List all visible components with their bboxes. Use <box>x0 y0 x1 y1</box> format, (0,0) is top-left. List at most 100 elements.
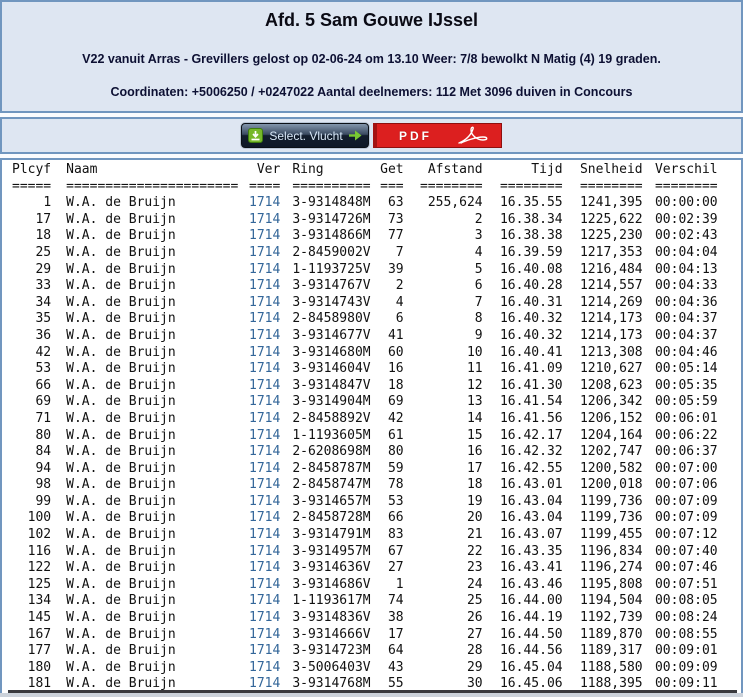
cell-ver[interactable]: 1714 <box>238 311 280 328</box>
cell-tijd: 16.38.34 <box>483 212 563 229</box>
cell-ver[interactable]: 1714 <box>238 461 280 478</box>
cell-ring: 3-9314743V <box>280 295 370 312</box>
cell-ver[interactable]: 1714 <box>238 494 280 511</box>
ver-link[interactable]: 1714 <box>249 411 280 426</box>
cell-ver[interactable]: 1714 <box>238 444 280 461</box>
ver-link[interactable]: 1714 <box>249 378 280 393</box>
cell-ver[interactable]: 1714 <box>238 544 280 561</box>
cell-plcyf: 145 <box>12 610 51 627</box>
select-vlucht-button[interactable]: Select. Vlucht <box>241 123 369 148</box>
ver-link[interactable]: 1714 <box>249 428 280 443</box>
cell-ver[interactable]: 1714 <box>238 527 280 544</box>
cell-ver[interactable]: 1714 <box>238 195 280 212</box>
cell-verschil: 00:08:55 <box>643 627 718 644</box>
ver-link[interactable]: 1714 <box>249 627 280 642</box>
cell-ver[interactable]: 1714 <box>238 477 280 494</box>
cell-afstand: 13 <box>404 394 483 411</box>
cell-get: 61 <box>371 428 404 445</box>
ver-link[interactable]: 1714 <box>249 510 280 525</box>
ver-link[interactable]: 1714 <box>249 311 280 326</box>
cell-ver[interactable]: 1714 <box>238 593 280 610</box>
cell-ver[interactable]: 1714 <box>238 295 280 312</box>
ver-link[interactable]: 1714 <box>249 560 280 575</box>
cell-ver[interactable]: 1714 <box>238 411 280 428</box>
ver-link[interactable]: 1714 <box>249 212 280 227</box>
green-arrow-icon <box>349 130 362 141</box>
cell-tijd: 16.42.32 <box>483 444 563 461</box>
cell-verschil: 00:09:01 <box>643 643 718 660</box>
ver-link[interactable]: 1714 <box>249 245 280 260</box>
cell-naam: W.A. de Bruijn <box>51 660 238 677</box>
cell-ver[interactable]: 1714 <box>238 378 280 395</box>
cell-naam: W.A. de Bruijn <box>51 627 238 644</box>
cell-ver[interactable]: 1714 <box>238 627 280 644</box>
cell-get: 69 <box>371 394 404 411</box>
pdf-button[interactable]: PDF <box>373 123 502 148</box>
cell-verschil: 00:05:35 <box>643 378 718 395</box>
cell-afstand: 18 <box>404 477 483 494</box>
ver-link[interactable]: 1714 <box>249 527 280 542</box>
cell-tijd: 16.44.19 <box>483 610 563 627</box>
cell-ver[interactable]: 1714 <box>238 428 280 445</box>
cell-afstand: 16 <box>404 444 483 461</box>
ver-link[interactable]: 1714 <box>249 544 280 559</box>
column-separator-verschil: ======== <box>643 179 718 196</box>
ver-link[interactable]: 1714 <box>249 295 280 310</box>
ver-link[interactable]: 1714 <box>249 345 280 360</box>
cell-ver[interactable]: 1714 <box>238 328 280 345</box>
cell-snelheid: 1196,834 <box>563 544 643 561</box>
column-header-afstand: Afstand <box>404 162 483 179</box>
ver-link[interactable]: 1714 <box>249 643 280 658</box>
ver-link[interactable]: 1714 <box>249 593 280 608</box>
ver-link[interactable]: 1714 <box>249 577 280 592</box>
cell-ver[interactable]: 1714 <box>238 228 280 245</box>
cell-get: 16 <box>371 361 404 378</box>
cell-verschil: 00:04:37 <box>643 328 718 345</box>
cell-ring: 2-8458980V <box>280 311 370 328</box>
table-row: 80W.A. de Bruijn17141-1193605M611516.42.… <box>12 428 718 445</box>
cell-tijd: 16.43.04 <box>483 494 563 511</box>
cell-ring: 3-9314657M <box>280 494 370 511</box>
column-header-snelheid: Snelheid <box>563 162 643 179</box>
ver-link[interactable]: 1714 <box>249 444 280 459</box>
cell-afstand: 5 <box>404 262 483 279</box>
table-row: 69W.A. de Bruijn17143-9314904M691316.41.… <box>12 394 718 411</box>
cell-ver[interactable]: 1714 <box>238 278 280 295</box>
cell-ver[interactable]: 1714 <box>238 262 280 279</box>
cell-ver[interactable]: 1714 <box>238 394 280 411</box>
ver-link[interactable]: 1714 <box>249 461 280 476</box>
cell-ver[interactable]: 1714 <box>238 643 280 660</box>
ver-link[interactable]: 1714 <box>249 278 280 293</box>
cell-verschil: 00:04:36 <box>643 295 718 312</box>
ver-link[interactable]: 1714 <box>249 262 280 277</box>
table-row: 18W.A. de Bruijn17143-9314866M77316.38.3… <box>12 228 718 245</box>
cell-ver[interactable]: 1714 <box>238 245 280 262</box>
ver-link[interactable]: 1714 <box>249 228 280 243</box>
cell-ver[interactable]: 1714 <box>238 361 280 378</box>
ver-link[interactable]: 1714 <box>249 477 280 492</box>
column-separator-ring: ========== <box>280 179 370 196</box>
column-header-tijd: Tijd <box>483 162 563 179</box>
cell-naam: W.A. de Bruijn <box>51 643 238 660</box>
cell-ver[interactable]: 1714 <box>238 610 280 627</box>
cell-naam: W.A. de Bruijn <box>51 361 238 378</box>
ver-link[interactable]: 1714 <box>249 361 280 376</box>
ver-link[interactable]: 1714 <box>249 328 280 343</box>
ver-link[interactable]: 1714 <box>249 660 280 675</box>
cell-ver[interactable]: 1714 <box>238 577 280 594</box>
cell-ver[interactable]: 1714 <box>238 510 280 527</box>
cell-ver[interactable]: 1714 <box>238 345 280 362</box>
table-row: 84W.A. de Bruijn17142-6208698M801616.42.… <box>12 444 718 461</box>
cell-snelheid: 1199,455 <box>563 527 643 544</box>
ver-link[interactable]: 1714 <box>249 195 280 210</box>
ver-link[interactable]: 1714 <box>249 394 280 409</box>
cell-ring: 3-9314680M <box>280 345 370 362</box>
ver-link[interactable]: 1714 <box>249 610 280 625</box>
cell-ver[interactable]: 1714 <box>238 660 280 677</box>
cell-snelheid: 1188,580 <box>563 660 643 677</box>
cell-get: 83 <box>371 527 404 544</box>
cell-ver[interactable]: 1714 <box>238 212 280 229</box>
cell-ver[interactable]: 1714 <box>238 560 280 577</box>
ver-link[interactable]: 1714 <box>249 494 280 509</box>
cell-tijd: 16.39.59 <box>483 245 563 262</box>
